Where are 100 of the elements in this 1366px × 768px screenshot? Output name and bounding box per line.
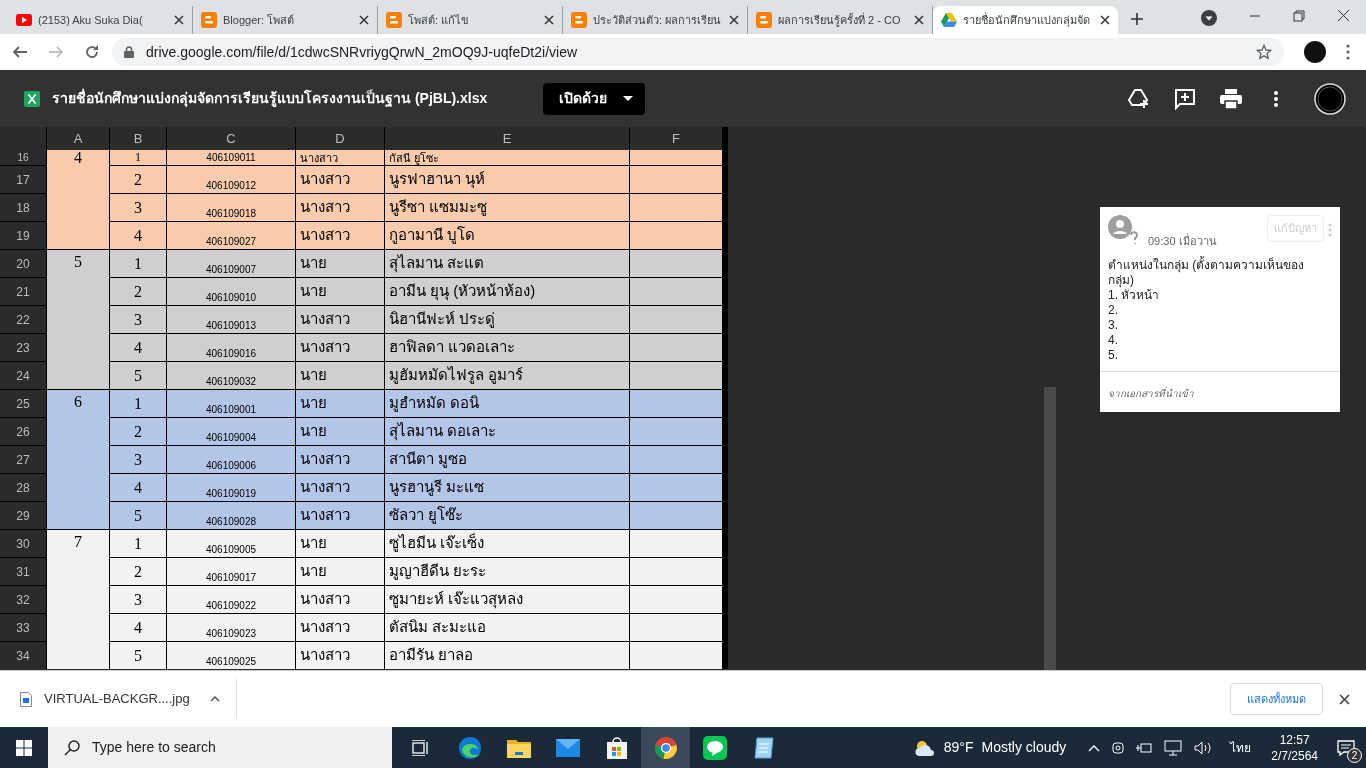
table-cell: 406109032 bbox=[167, 362, 295, 389]
close-icon[interactable] bbox=[359, 15, 369, 25]
row-number[interactable]: 33 bbox=[0, 614, 46, 641]
lock-icon bbox=[124, 46, 134, 58]
table-cell: นาย bbox=[296, 390, 384, 417]
table-cell: ซัลวา ยูโซ๊ะ bbox=[385, 502, 629, 529]
close-icon[interactable] bbox=[1339, 693, 1350, 705]
table-cell: 406109001 bbox=[167, 390, 295, 417]
chevron-up-icon[interactable] bbox=[210, 696, 220, 702]
row-number[interactable]: 21 bbox=[0, 278, 46, 305]
close-icon[interactable] bbox=[729, 15, 739, 25]
row-number[interactable]: 23 bbox=[0, 334, 46, 361]
table-cell: 2 bbox=[110, 418, 166, 445]
show-all-button[interactable]: แสดงทั้งหมด bbox=[1230, 683, 1323, 715]
download-item[interactable]: VIRTUAL-BACKGR....jpg bbox=[0, 679, 237, 719]
row-number[interactable]: 17 bbox=[0, 166, 46, 193]
power-plug-icon[interactable] bbox=[1136, 740, 1153, 755]
table-cell: นางสาว bbox=[296, 166, 384, 193]
table-cell: นาย bbox=[296, 530, 384, 557]
table-cell: 5 bbox=[110, 642, 166, 669]
camera-icon[interactable] bbox=[1112, 739, 1125, 756]
column-header[interactable]: D bbox=[296, 127, 384, 150]
table-cell: นางสาว bbox=[296, 614, 384, 641]
table-cell: 406109005 bbox=[167, 530, 295, 557]
open-with-button[interactable]: เปิดด้วย bbox=[543, 82, 646, 115]
close-icon[interactable] bbox=[1337, 9, 1350, 22]
search-icon bbox=[64, 739, 80, 756]
row-number[interactable]: 32 bbox=[0, 586, 46, 613]
table-cell: 1 bbox=[110, 250, 166, 277]
back-icon[interactable] bbox=[12, 44, 28, 60]
row-number[interactable]: 24 bbox=[0, 362, 46, 389]
search-field[interactable]: Type here to search bbox=[48, 727, 392, 768]
table-cell: 406109022 bbox=[167, 586, 295, 613]
row-number[interactable]: 26 bbox=[0, 418, 46, 445]
table-cell: สานีตา มูซอ bbox=[385, 446, 629, 473]
table-cell: นาย bbox=[296, 250, 384, 277]
table-cell: 3 bbox=[110, 446, 166, 473]
table-cell: 406109017 bbox=[167, 558, 295, 585]
restore-icon[interactable] bbox=[1293, 10, 1305, 22]
row-number[interactable]: 27 bbox=[0, 446, 46, 473]
row-number[interactable]: 19 bbox=[0, 222, 46, 249]
network-icon[interactable] bbox=[1164, 739, 1183, 756]
table-cell: 406109016 bbox=[167, 334, 295, 361]
language-indicator[interactable]: ไทย bbox=[1230, 738, 1252, 757]
new-tab-icon[interactable] bbox=[1130, 12, 1144, 26]
column-header[interactable]: F bbox=[630, 127, 722, 150]
table-cell: 406109012 bbox=[167, 166, 295, 193]
temperature: 89°F bbox=[943, 738, 974, 757]
weather-text: Mostly cloudy bbox=[981, 738, 1067, 757]
volume-icon[interactable] bbox=[1194, 740, 1213, 755]
row-number[interactable]: 34 bbox=[0, 642, 46, 669]
print-icon[interactable] bbox=[1220, 88, 1242, 109]
table-cell: ฮาฟิลดา แวดอเลาะ bbox=[385, 334, 629, 361]
close-icon[interactable] bbox=[174, 15, 184, 25]
menu-icon[interactable] bbox=[1346, 44, 1350, 60]
spreadsheet-icon bbox=[24, 90, 40, 107]
table-cell: 406109018 bbox=[167, 194, 295, 221]
star-icon[interactable] bbox=[1256, 44, 1272, 60]
row-number[interactable]: 31 bbox=[0, 558, 46, 585]
row-number[interactable]: 29 bbox=[0, 502, 46, 529]
windows-start-icon[interactable] bbox=[16, 739, 32, 756]
column-header[interactable]: A bbox=[47, 127, 109, 150]
add-comment-icon[interactable] bbox=[1174, 87, 1196, 110]
more-icon[interactable] bbox=[1274, 90, 1278, 107]
row-number[interactable]: 25 bbox=[0, 390, 46, 417]
close-icon[interactable] bbox=[914, 15, 924, 25]
row-number[interactable]: 28 bbox=[0, 474, 46, 501]
caret-icon bbox=[623, 95, 634, 102]
table-cell: 1 bbox=[110, 150, 166, 165]
address-bar[interactable]: drive.google.com/file/d/1cdwcSNRvriygQrwN_2mOQ9J-uqfeDt2i/view bbox=[112, 38, 1284, 66]
close-icon[interactable] bbox=[1100, 15, 1110, 25]
table-cell: นูรฮานูรี มะแซ bbox=[385, 474, 629, 501]
table-cell: 5 bbox=[110, 502, 166, 529]
close-icon[interactable] bbox=[544, 15, 554, 25]
scrollbar-thumb[interactable] bbox=[1044, 387, 1056, 670]
table-cell: 4 bbox=[110, 614, 166, 641]
column-header[interactable]: B bbox=[110, 127, 166, 150]
tab-title: ประวัติส่วนตัว: ผลการเรียน bbox=[593, 13, 723, 28]
row-number[interactable]: 20 bbox=[0, 250, 46, 277]
row-number[interactable]: 30 bbox=[0, 530, 46, 557]
table-cell: ตัสนิม สะมะแอ bbox=[385, 614, 629, 641]
merged-cell: 4 bbox=[47, 150, 109, 249]
row-number[interactable]: 16 bbox=[0, 150, 46, 165]
row-number[interactable]: 18 bbox=[0, 194, 46, 221]
avatar-icon[interactable] bbox=[1314, 82, 1346, 115]
avatar-icon[interactable] bbox=[1304, 41, 1326, 63]
tab-search-icon[interactable] bbox=[1201, 10, 1217, 26]
column-header[interactable]: C bbox=[167, 127, 295, 150]
column-header[interactable]: E bbox=[385, 127, 629, 150]
tab-title: (2153) Aku Suka Dia( bbox=[38, 13, 144, 28]
clock[interactable]: 12:57 2/7/2564 bbox=[1271, 731, 1318, 764]
table-cell: นูรฟาฮานา นุห์ bbox=[385, 166, 629, 193]
row-number[interactable]: 22 bbox=[0, 306, 46, 333]
table-cell: นางสาว bbox=[296, 306, 384, 333]
table-cell: 406109007 bbox=[167, 250, 295, 277]
browser-tab[interactable]: รายชื่อนักศึกษาแบ่งกลุ่มจัด bbox=[933, 6, 1118, 34]
comment-time: 09:30 เมื่อวาน bbox=[1148, 233, 1218, 249]
reload-icon[interactable] bbox=[84, 44, 100, 60]
table-cell: 4 bbox=[110, 222, 166, 249]
table-cell: 4 bbox=[110, 334, 166, 361]
